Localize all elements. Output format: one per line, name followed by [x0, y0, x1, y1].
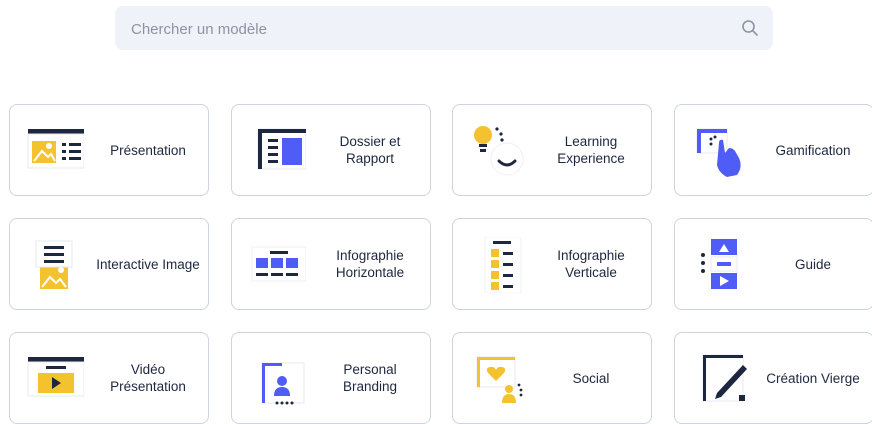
- search-input[interactable]: [115, 6, 733, 52]
- template-label: Learning Experience: [557, 134, 625, 166]
- video-presentation-icon: [24, 351, 84, 407]
- template-label: Guide: [794, 256, 832, 272]
- template-label: Interactive Image: [96, 256, 200, 272]
- template-label: Vidéo Présentation: [110, 362, 186, 394]
- blank-creation-icon: [689, 351, 749, 407]
- personal-branding-icon: [246, 351, 306, 407]
- template-card-personal-branding[interactable]: Personal Branding: [231, 332, 431, 424]
- horizontal-infographic-icon: [246, 237, 306, 293]
- template-label: Dossier et Rapport: [339, 134, 401, 166]
- template-label: Infographie Horizontale: [335, 248, 405, 280]
- template-card-interactive-image[interactable]: Interactive Image: [9, 218, 209, 310]
- learning-icon: [467, 123, 527, 179]
- template-card-presentation[interactable]: Présentation: [9, 104, 209, 196]
- template-label: Personal Branding: [342, 362, 398, 394]
- template-card-report[interactable]: Dossier et Rapport: [231, 104, 431, 196]
- social-icon: [467, 351, 527, 407]
- vertical-infographic-icon: [467, 237, 527, 293]
- interactive-image-icon: [24, 237, 84, 293]
- search-bar[interactable]: [115, 6, 773, 52]
- guide-icon: [689, 237, 749, 293]
- search-icon[interactable]: [741, 19, 759, 37]
- template-card-horizontal-infographic[interactable]: Infographie Horizontale: [231, 218, 431, 310]
- template-label: Social: [572, 370, 610, 386]
- template-card-vertical-infographic[interactable]: Infographie Verticale: [452, 218, 652, 310]
- template-card-social[interactable]: Social: [452, 332, 652, 424]
- gamification-icon: [689, 123, 749, 179]
- template-card-learning-experience[interactable]: Learning Experience: [452, 104, 652, 196]
- presentation-icon: [24, 123, 84, 179]
- template-card-blank-creation[interactable]: Création Vierge: [674, 332, 872, 424]
- template-card-gamification[interactable]: Gamification: [674, 104, 872, 196]
- template-card-video-presentation[interactable]: Vidéo Présentation: [9, 332, 209, 424]
- template-label: Création Vierge: [766, 370, 860, 386]
- template-label: Présentation: [110, 142, 186, 158]
- template-label: Gamification: [775, 142, 851, 158]
- template-card-guide[interactable]: Guide: [674, 218, 872, 310]
- report-icon: [246, 123, 306, 179]
- template-label: Infographie Verticale: [557, 248, 625, 280]
